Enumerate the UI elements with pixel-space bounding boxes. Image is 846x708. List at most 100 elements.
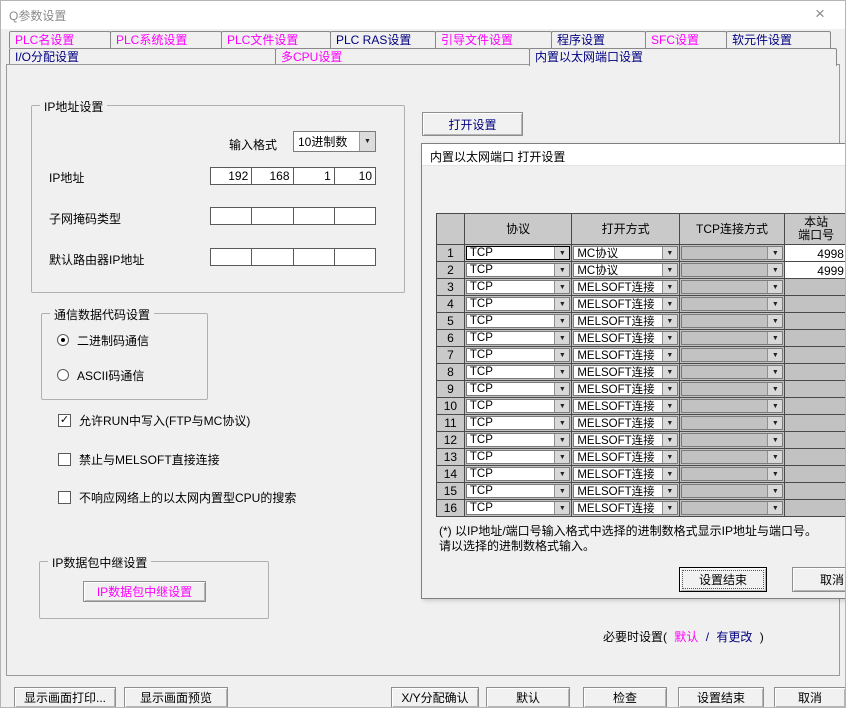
open-method-select[interactable]: MELSOFT连接▼ — [573, 348, 677, 362]
open-method-select[interactable]: MELSOFT连接▼ — [573, 365, 677, 379]
radio-icon[interactable] — [57, 369, 69, 381]
open-method-select[interactable]: MELSOFT连接▼ — [573, 280, 677, 294]
open-method-select[interactable]: MC协议▼ — [573, 246, 677, 260]
host-port-cell[interactable] — [785, 432, 846, 448]
protocol-select[interactable]: TCP▼ — [466, 416, 570, 430]
radio-option-ascii[interactable]: ASCII码通信 — [57, 367, 144, 383]
checkbox-icon[interactable] — [58, 453, 71, 466]
chevron-down-icon[interactable]: ▼ — [554, 264, 569, 276]
octet-input[interactable] — [335, 248, 376, 266]
tcp-connection-select[interactable]: ▼ — [681, 331, 783, 345]
required-note-default-link[interactable]: 默认 — [674, 630, 698, 644]
tab-plc-system[interactable]: PLC系统设置 — [110, 31, 222, 48]
chevron-down-icon[interactable]: ▼ — [554, 298, 569, 310]
tcp-connection-select[interactable]: ▼ — [681, 382, 783, 396]
octet-input[interactable]: 1 — [294, 167, 335, 185]
chevron-down-icon[interactable]: ▼ — [554, 451, 569, 463]
tab-sfc[interactable]: SFC设置 — [645, 31, 727, 48]
chevron-down-icon[interactable]: ▼ — [554, 383, 569, 395]
host-port-cell[interactable] — [785, 279, 846, 295]
chevron-down-icon[interactable]: ▼ — [767, 349, 782, 361]
octet-input[interactable]: 192 — [210, 167, 252, 185]
tab-multi-cpu[interactable]: 多CPU设置 — [275, 48, 530, 65]
chevron-down-icon[interactable]: ▼ — [554, 332, 569, 344]
tcp-connection-select[interactable]: ▼ — [681, 314, 783, 328]
open-settings-button[interactable]: 打开设置 — [422, 112, 523, 136]
tcp-connection-select[interactable]: ▼ — [681, 246, 783, 260]
checkbox-icon[interactable] — [58, 491, 71, 504]
tcp-connection-select[interactable]: ▼ — [681, 467, 783, 481]
host-port-cell[interactable]: 4998 — [785, 245, 846, 261]
chevron-down-icon[interactable]: ▼ — [767, 264, 782, 276]
tab-plc-ras[interactable]: PLC RAS设置 — [330, 31, 436, 48]
ip-relay-button[interactable]: IP数据包中继设置 — [83, 581, 206, 602]
bottom-button-default[interactable]: 默认 — [486, 687, 570, 708]
tcp-connection-select[interactable]: ▼ — [681, 416, 783, 430]
chevron-down-icon[interactable]: ▼ — [662, 298, 677, 310]
radio-icon[interactable] — [57, 334, 69, 346]
protocol-select[interactable]: TCP▼ — [466, 263, 570, 277]
protocol-select[interactable]: TCP▼ — [466, 399, 570, 413]
chevron-down-icon[interactable]: ▼ — [767, 434, 782, 446]
host-port-cell[interactable] — [785, 466, 846, 482]
chevron-down-icon[interactable]: ▼ — [662, 349, 677, 361]
chevron-down-icon[interactable]: ▼ — [554, 434, 569, 446]
open-method-select[interactable]: MELSOFT连接▼ — [573, 450, 677, 464]
chevron-down-icon[interactable]: ▼ — [767, 247, 782, 259]
tab-builtin-ethernet[interactable]: 内置以太网端口设置 — [529, 48, 837, 66]
protocol-select[interactable]: TCP▼ — [466, 365, 570, 379]
octet-input[interactable] — [252, 248, 293, 266]
chevron-down-icon[interactable]: ▼ — [554, 315, 569, 327]
protocol-select[interactable]: TCP▼ — [466, 246, 570, 260]
chevron-down-icon[interactable]: ▼ — [767, 451, 782, 463]
chevron-down-icon[interactable]: ▼ — [554, 485, 569, 497]
tab-plc-file[interactable]: PLC文件设置 — [221, 31, 331, 48]
chevron-down-icon[interactable]: ▼ — [767, 315, 782, 327]
tcp-connection-select[interactable]: ▼ — [681, 365, 783, 379]
close-icon[interactable]: × — [809, 4, 831, 24]
open-method-select[interactable]: MC协议▼ — [573, 263, 677, 277]
dialog-finish-button[interactable]: 设置结束 — [679, 567, 767, 592]
protocol-select[interactable]: TCP▼ — [466, 501, 570, 515]
chevron-down-icon[interactable]: ▼ — [662, 383, 677, 395]
chevron-down-icon[interactable]: ▼ — [662, 281, 677, 293]
protocol-select[interactable]: TCP▼ — [466, 314, 570, 328]
protocol-select[interactable]: TCP▼ — [466, 467, 570, 481]
checkbox-forbid-melsoft[interactable]: 禁止与MELSOFT直接连接 — [58, 451, 220, 467]
checkbox-icon[interactable]: ✓ — [58, 414, 71, 427]
protocol-select[interactable]: TCP▼ — [466, 331, 570, 345]
host-port-cell[interactable] — [785, 398, 846, 414]
chevron-down-icon[interactable]: ▼ — [767, 332, 782, 344]
protocol-select[interactable]: TCP▼ — [466, 382, 570, 396]
open-method-select[interactable]: MELSOFT连接▼ — [573, 467, 677, 481]
bottom-button-finish[interactable]: 设置结束 — [678, 687, 764, 708]
host-port-cell[interactable] — [785, 500, 846, 516]
open-method-select[interactable]: MELSOFT连接▼ — [573, 433, 677, 447]
octet-input[interactable]: 10 — [335, 167, 376, 185]
open-method-select[interactable]: MELSOFT连接▼ — [573, 484, 677, 498]
octet-input[interactable] — [210, 248, 252, 266]
host-port-cell[interactable] — [785, 347, 846, 363]
chevron-down-icon[interactable]: ▼ — [662, 315, 677, 327]
open-method-select[interactable]: MELSOFT连接▼ — [573, 331, 677, 345]
chevron-down-icon[interactable]: ▼ — [767, 417, 782, 429]
chevron-down-icon[interactable]: ▼ — [662, 451, 677, 463]
octet-input[interactable] — [252, 207, 293, 225]
tcp-connection-select[interactable]: ▼ — [681, 297, 783, 311]
input-format-select[interactable]: 10进制数 ▼ — [293, 131, 376, 152]
chevron-down-icon[interactable]: ▼ — [662, 264, 677, 276]
chevron-down-icon[interactable]: ▼ — [554, 247, 569, 259]
octet-input[interactable]: 168 — [252, 167, 293, 185]
chevron-down-icon[interactable]: ▼ — [662, 332, 677, 344]
chevron-down-icon[interactable]: ▼ — [767, 485, 782, 497]
required-note-changed-link[interactable]: 有更改 — [716, 630, 752, 644]
open-method-select[interactable]: MELSOFT连接▼ — [573, 399, 677, 413]
checkbox-no-response-search[interactable]: 不响应网络上的以太网内置型CPU的搜索 — [58, 489, 296, 505]
tcp-connection-select[interactable]: ▼ — [681, 433, 783, 447]
protocol-select[interactable]: TCP▼ — [466, 433, 570, 447]
host-port-cell[interactable] — [785, 364, 846, 380]
chevron-down-icon[interactable]: ▼ — [662, 366, 677, 378]
chevron-down-icon[interactable]: ▼ — [554, 502, 569, 514]
bottom-button-cancel[interactable]: 取消 — [774, 687, 846, 708]
host-port-cell[interactable] — [785, 483, 846, 499]
